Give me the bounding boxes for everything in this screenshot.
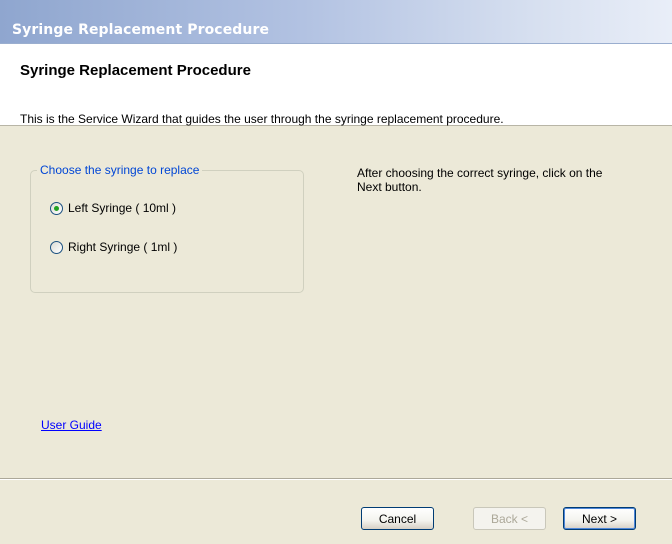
radio-unchecked-icon[interactable] (50, 240, 63, 254)
page-description: This is the Service Wizard that guides t… (20, 112, 504, 126)
title-bar[interactable]: Syringe Replacement Procedure (0, 0, 672, 44)
back-button[interactable]: Back < (473, 507, 546, 530)
radio-left-syringe[interactable]: Left Syringe ( 10ml ) (50, 201, 176, 215)
wizard-body: Choose the syringe to replace Left Syrin… (0, 126, 672, 478)
cancel-button[interactable]: Cancel (361, 507, 434, 530)
radio-right-syringe[interactable]: Right Syringe ( 1ml ) (50, 240, 177, 254)
radio-label-left[interactable]: Left Syringe ( 10ml ) (68, 201, 176, 215)
radio-label-right[interactable]: Right Syringe ( 1ml ) (68, 240, 177, 254)
page-title: Syringe Replacement Procedure (20, 62, 251, 79)
user-guide-link[interactable]: User Guide (41, 418, 102, 432)
window-title: Syringe Replacement Procedure (12, 22, 270, 38)
footer-divider (0, 478, 672, 480)
radio-checked-icon[interactable] (50, 201, 63, 215)
next-button[interactable]: Next > (563, 507, 636, 530)
group-legend: Choose the syringe to replace (37, 163, 203, 177)
syringe-choice-group: Choose the syringe to replace Left Syrin… (30, 163, 304, 293)
wizard-header: Syringe Replacement Procedure This is th… (0, 44, 672, 126)
instruction-text: After choosing the correct syringe, clic… (357, 166, 603, 194)
